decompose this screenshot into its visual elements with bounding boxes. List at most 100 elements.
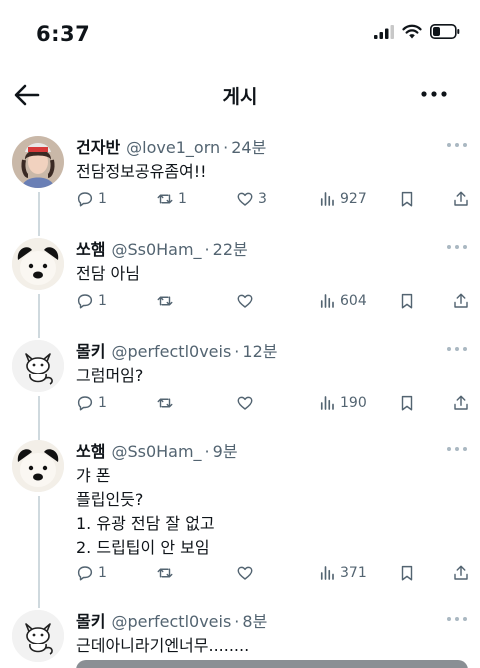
tweet-text-line: 전담 아님 [76, 264, 140, 283]
author-handle[interactable]: @perfectl0veis [111, 612, 231, 631]
tweet-text-line: 그럼머임? [76, 366, 144, 385]
tweet-media-image[interactable] [76, 660, 468, 668]
heart-icon [237, 396, 253, 410]
bookmark-button[interactable] [398, 190, 416, 208]
views-chart-icon [320, 396, 334, 410]
retweet-icon [157, 296, 173, 306]
author-name[interactable]: 몰키 [76, 338, 105, 362]
tweet-actions: 1 604 [76, 292, 476, 314]
retweet-button[interactable] [156, 394, 178, 412]
reply-count: 1 [98, 565, 107, 581]
tweet-more-icon[interactable] [446, 242, 468, 252]
separator-dot: · [204, 240, 210, 259]
tweet-actions: 1 190 [76, 394, 476, 416]
tweet-text: 전담정보공유좀여!! [76, 160, 207, 184]
retweet-button[interactable]: 1 [156, 190, 187, 208]
share-icon [454, 293, 468, 308]
tweet[interactable]: 몰키 @perfectl0veis · 8분 근데아니라기엔너무........ [0, 608, 480, 668]
author-name[interactable]: 몰키 [76, 608, 105, 632]
tweet-time[interactable]: 8분 [242, 608, 267, 632]
tweet-text-line: 2. 드립팁이 안 보임 [76, 538, 210, 557]
tweet-header: 쏘햄 @Ss0Ham_ · 22분 [76, 236, 248, 260]
bookmark-button[interactable] [398, 564, 416, 582]
view-count: 190 [340, 395, 367, 411]
bookmark-button[interactable] [398, 292, 416, 310]
views-button[interactable]: 190 [318, 394, 367, 412]
avatar[interactable] [12, 136, 64, 188]
tweet-text-line: 전담정보공유좀여!! [76, 162, 207, 181]
avatar[interactable] [12, 440, 64, 492]
tweet-header: 건자반 @love1_orn · 24분 [76, 134, 266, 158]
tweet-actions: 1 371 [76, 564, 476, 586]
tweet-time[interactable]: 12분 [242, 338, 277, 362]
retweet-button[interactable] [156, 564, 178, 582]
tweet-more-icon[interactable] [446, 140, 468, 150]
share-button[interactable] [452, 190, 470, 208]
status-time: 6:37 [36, 22, 91, 46]
share-button[interactable] [452, 564, 470, 582]
tweet-header: 몰키 @perfectl0veis · 12분 [76, 338, 277, 362]
separator-dot: · [204, 442, 210, 461]
tweet-text: 그럼머임? [76, 364, 143, 388]
author-name[interactable]: 쏘햄 [76, 438, 105, 462]
cellular-signal-icon [374, 24, 394, 39]
tweet-header: 쏘햄 @Ss0Ham_ · 9분 [76, 438, 238, 462]
reply-count: 1 [98, 293, 107, 309]
views-button[interactable]: 604 [318, 292, 367, 310]
heart-icon [237, 566, 253, 580]
wifi-icon [402, 24, 422, 39]
tweet-header: 몰키 @perfectl0veis · 8분 [76, 608, 267, 632]
battery-icon [430, 24, 460, 39]
view-count: 604 [340, 293, 367, 309]
bookmark-button[interactable] [398, 394, 416, 412]
like-button[interactable] [236, 394, 258, 412]
reply-button[interactable]: 1 [76, 190, 107, 208]
tweet-text: 갸 폰 플립인듯? 1. 유광 전담 잘 없고 2. 드립팁이 안 보임 [76, 464, 215, 560]
author-name[interactable]: 쏘햄 [76, 236, 105, 260]
retweet-button[interactable] [156, 292, 178, 310]
tweet[interactable]: 쏘햄 @Ss0Ham_ · 22분 전담 아님 1 604 [0, 236, 480, 316]
tweet-more-icon[interactable] [446, 344, 468, 354]
more-options-button[interactable] [420, 82, 448, 106]
author-handle[interactable]: @love1_orn [126, 138, 220, 157]
tweet-actions: 1 1 3 927 [76, 190, 476, 212]
reply-icon [77, 566, 93, 581]
tweet-more-icon[interactable] [446, 614, 468, 624]
author-handle[interactable]: @Ss0Ham_ [111, 442, 201, 461]
tweet-text-line: 1. 유광 전담 잘 없고 [76, 514, 215, 533]
reply-button[interactable]: 1 [76, 292, 107, 310]
heart-icon [237, 294, 253, 308]
author-handle[interactable]: @Ss0Ham_ [111, 240, 201, 259]
views-button[interactable]: 927 [318, 190, 367, 208]
share-icon [454, 395, 468, 410]
tweet[interactable]: 건자반 @love1_orn · 24분 전담정보공유좀여!! 1 1 3 92… [0, 134, 480, 214]
avatar[interactable] [12, 238, 64, 290]
reply-icon [77, 294, 93, 309]
tweet-time[interactable]: 22분 [213, 236, 248, 260]
bookmark-icon [401, 395, 413, 411]
author-name[interactable]: 건자반 [76, 134, 120, 158]
author-handle[interactable]: @perfectl0veis [111, 342, 231, 361]
share-button[interactable] [452, 394, 470, 412]
like-button[interactable]: 3 [236, 190, 267, 208]
like-button[interactable] [236, 564, 258, 582]
retweet-icon [157, 398, 173, 408]
tweet-text-line: 플립인듯? [76, 490, 144, 509]
like-button[interactable] [236, 292, 258, 310]
reply-icon [77, 396, 93, 411]
share-button[interactable] [452, 292, 470, 310]
tweet-text: 근데아니라기엔너무........ [76, 634, 249, 658]
tweet[interactable]: 쏘햄 @Ss0Ham_ · 9분 갸 폰 플립인듯? 1. 유광 전담 잘 없고… [0, 438, 480, 588]
tweet-time[interactable]: 24분 [231, 134, 266, 158]
tweet[interactable]: 몰키 @perfectl0veis · 12분 그럼머임? 1 190 [0, 338, 480, 418]
avatar[interactable] [12, 340, 64, 392]
reply-button[interactable]: 1 [76, 394, 107, 412]
views-button[interactable]: 371 [318, 564, 367, 582]
avatar[interactable] [12, 610, 64, 662]
status-icons [374, 24, 460, 39]
reply-button[interactable]: 1 [76, 564, 107, 582]
tweet-more-icon[interactable] [446, 444, 468, 454]
tweet-time[interactable]: 9분 [213, 438, 238, 462]
separator-dot: · [234, 342, 240, 361]
retweet-icon [157, 568, 173, 578]
